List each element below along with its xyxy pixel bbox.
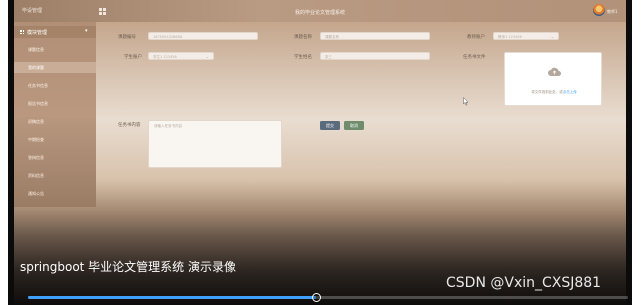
task-content-label: 任务书内容 xyxy=(118,123,141,128)
task-file-upload[interactable]: 将文件拖到此处，或点击上传 xyxy=(504,52,602,106)
csdn-watermark: CSDN @Vxin_CXSJ881 xyxy=(446,275,602,291)
progress-fill xyxy=(28,296,316,299)
sidebar-item-defense[interactable]: 答辩信息 xyxy=(14,152,96,163)
teacher-account-select[interactable]: 教师1 123456 ⌄ xyxy=(493,32,559,40)
top-navbar: 毕设管理 我的毕业论文管理系统 教师1 xyxy=(14,0,626,22)
user-name[interactable]: 教师1 xyxy=(607,9,618,15)
progress-knob[interactable] xyxy=(311,293,321,302)
sidebar-section-label: 模块管理 xyxy=(27,30,48,36)
user-avatar-icon[interactable] xyxy=(593,4,605,16)
sidebar-item-label: 报告书信息 xyxy=(28,101,48,106)
topic-name-placeholder: 课题名称 xyxy=(325,34,339,39)
sidebar-item-label: 课题信息 xyxy=(28,47,44,52)
sidebar: 模块管理 ▾ 课题信息 我的课题 任务书信息 报告书信息 初稿信息 中期检查 答… xyxy=(14,22,96,207)
topic-no-label: 课题编号 xyxy=(118,35,136,40)
submit-button[interactable]: 提交 xyxy=(320,121,340,130)
teacher-account-label: 教师账户 xyxy=(467,35,485,40)
sidebar-item-label: 我的课题 xyxy=(28,65,44,70)
video-caption: springboot 毕业论文管理系统 演示录像 xyxy=(20,260,236,274)
sidebar-item-report[interactable]: 报告书信息 xyxy=(14,98,96,109)
student-name-input[interactable]: 张三 xyxy=(320,52,430,60)
chevron-down-icon: ⌄ xyxy=(550,34,554,39)
chevron-down-icon: ▾ xyxy=(85,28,88,34)
topic-name-input[interactable]: 课题名称 xyxy=(320,32,430,40)
student-name-label: 学生姓名 xyxy=(294,55,312,60)
sidebar-item-topic-info[interactable]: 课题信息 xyxy=(14,44,96,55)
task-file-label: 任务书文件 xyxy=(463,55,486,60)
cloud-upload-icon xyxy=(548,67,561,76)
chevron-down-icon: ⌄ xyxy=(205,54,209,59)
sidebar-item-task-book[interactable]: 任务书信息 xyxy=(14,80,96,91)
topic-name-label: 课题名称 xyxy=(294,35,312,40)
topic-no-input[interactable]: 1675091026688 xyxy=(148,32,258,40)
sidebar-item-notice[interactable]: 通知公告 xyxy=(14,188,96,199)
sidebar-item-label: 资料信息 xyxy=(28,173,44,178)
upload-hint-text: 将文件拖到此处，或 xyxy=(531,90,563,94)
sidebar-item-draft[interactable]: 初稿信息 xyxy=(14,116,96,127)
student-account-select[interactable]: 学生1 123456 ⌄ xyxy=(148,52,214,60)
sidebar-section-module[interactable]: 模块管理 ▾ xyxy=(14,26,96,38)
sidebar-item-label: 任务书信息 xyxy=(28,83,48,88)
sidebar-item-my-topic[interactable]: 我的课题 xyxy=(14,62,96,73)
sidebar-item-materials[interactable]: 资料信息 xyxy=(14,170,96,181)
video-progress-bar[interactable] xyxy=(28,293,628,302)
sidebar-item-label: 答辩信息 xyxy=(28,155,44,160)
video-frame: 毕设管理 我的毕业论文管理系统 教师1 模块管理 ▾ 课题信息 我的课题 任务书… xyxy=(8,0,632,305)
grid-icon xyxy=(20,30,24,34)
task-content-placeholder: 请输入任务书内容 xyxy=(154,124,182,128)
mouse-cursor-icon xyxy=(463,97,469,106)
upload-link[interactable]: 点击上传 xyxy=(563,90,577,94)
sidebar-item-label: 初稿信息 xyxy=(28,119,44,124)
student-account-value: 学生1 123456 xyxy=(153,54,177,59)
sidebar-item-midterm[interactable]: 中期检查 xyxy=(14,134,96,145)
sidebar-item-label: 通知公告 xyxy=(28,191,44,196)
task-content-textarea[interactable]: 请输入任务书内容 xyxy=(148,120,282,168)
topic-no-value: 1675091026688 xyxy=(153,34,182,39)
student-name-placeholder: 张三 xyxy=(325,54,332,59)
topic-form: 课题编号 1675091026688 课题名称 课题名称 教师账户 教师1 12… xyxy=(96,22,626,182)
teacher-account-value: 教师1 123456 xyxy=(498,34,522,39)
student-account-label: 学生账户 xyxy=(124,55,142,60)
page-title: 我的毕业论文管理系统 xyxy=(294,10,345,16)
upload-hint: 将文件拖到此处，或点击上传 xyxy=(505,90,603,95)
cancel-button[interactable]: 取消 xyxy=(344,121,364,130)
sidebar-item-label: 中期检查 xyxy=(28,137,44,142)
